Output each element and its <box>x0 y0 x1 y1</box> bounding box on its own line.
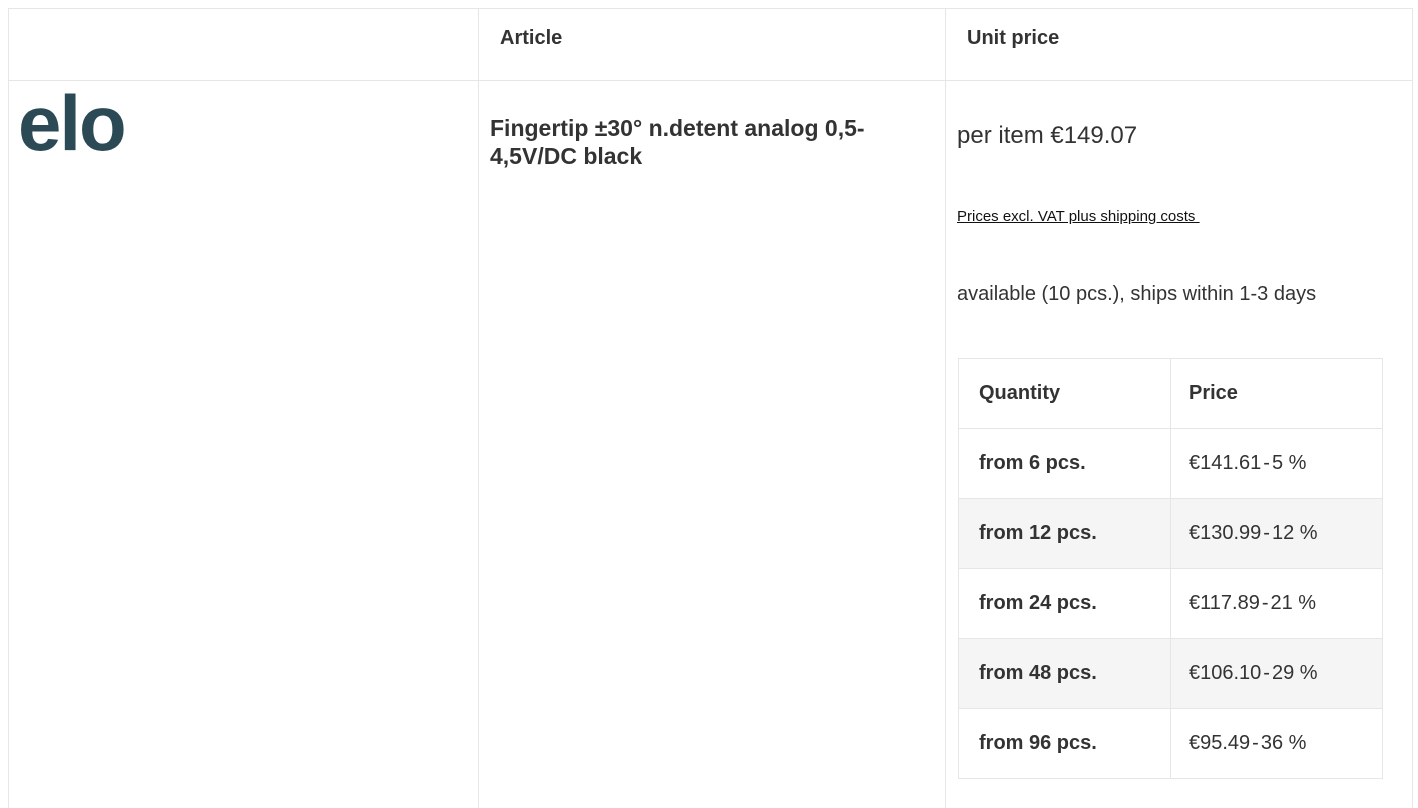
tier-row: from 12 pcs. €130.99-12 % <box>958 498 1383 569</box>
tier-price: €130.99 <box>1189 522 1262 544</box>
column-header-unit-price: Unit price <box>967 27 1060 49</box>
tier-price: €106.10 <box>1189 662 1262 684</box>
tier-price-cell: €141.61-5 % <box>1170 428 1383 499</box>
tier-row: from 48 pcs. €106.10-29 % <box>958 638 1383 709</box>
tier-price-cell: €106.10-29 % <box>1170 638 1383 709</box>
tier-row: from 24 pcs. €117.89-21 % <box>958 568 1383 639</box>
tier-discount: 5 % <box>1271 452 1307 474</box>
tier-discount: 36 % <box>1260 732 1307 754</box>
article-name-link[interactable]: Fingertip ±30° n.detent analog 0,5-4,5V/… <box>490 114 910 170</box>
column-header-article: Article <box>500 27 563 49</box>
tier-col-quantity: Quantity <box>958 358 1171 429</box>
tier-table-header: Quantity Price <box>958 358 1383 429</box>
tier-price-cell: €117.89-21 % <box>1170 568 1383 639</box>
tier-price-cell: €95.49-36 % <box>1170 708 1383 779</box>
column-divider <box>478 9 479 808</box>
tier-discount: 29 % <box>1271 662 1318 684</box>
vat-shipping-link[interactable]: Prices excl. VAT plus shipping costs <box>957 208 1200 225</box>
tier-price-table: Quantity Price from 6 pcs. €141.61-5 % f… <box>958 358 1383 779</box>
tier-price: €117.89 <box>1189 592 1260 614</box>
tier-row: from 6 pcs. €141.61-5 % <box>958 428 1383 499</box>
tier-row: from 96 pcs. €95.49-36 % <box>958 708 1383 779</box>
tier-quantity: from 24 pcs. <box>958 568 1171 639</box>
manufacturer-logo[interactable]: elo <box>18 84 127 162</box>
tier-discount: 21 % <box>1270 592 1317 614</box>
unit-price: per item €149.07 <box>957 122 1138 149</box>
tier-discount: 12 % <box>1271 522 1318 544</box>
tier-quantity: from 6 pcs. <box>958 428 1171 499</box>
tier-price: €95.49 <box>1189 732 1251 754</box>
tier-quantity: from 12 pcs. <box>958 498 1171 569</box>
tier-col-price: Price <box>1170 358 1383 429</box>
tier-price: €141.61 <box>1189 452 1262 474</box>
tier-quantity: from 96 pcs. <box>958 708 1171 779</box>
tier-quantity: from 48 pcs. <box>958 638 1171 709</box>
column-divider <box>945 9 946 808</box>
availability-status: available (10 pcs.), ships within 1-3 da… <box>957 283 1317 305</box>
tier-price-cell: €130.99-12 % <box>1170 498 1383 569</box>
header-divider <box>9 80 1412 81</box>
